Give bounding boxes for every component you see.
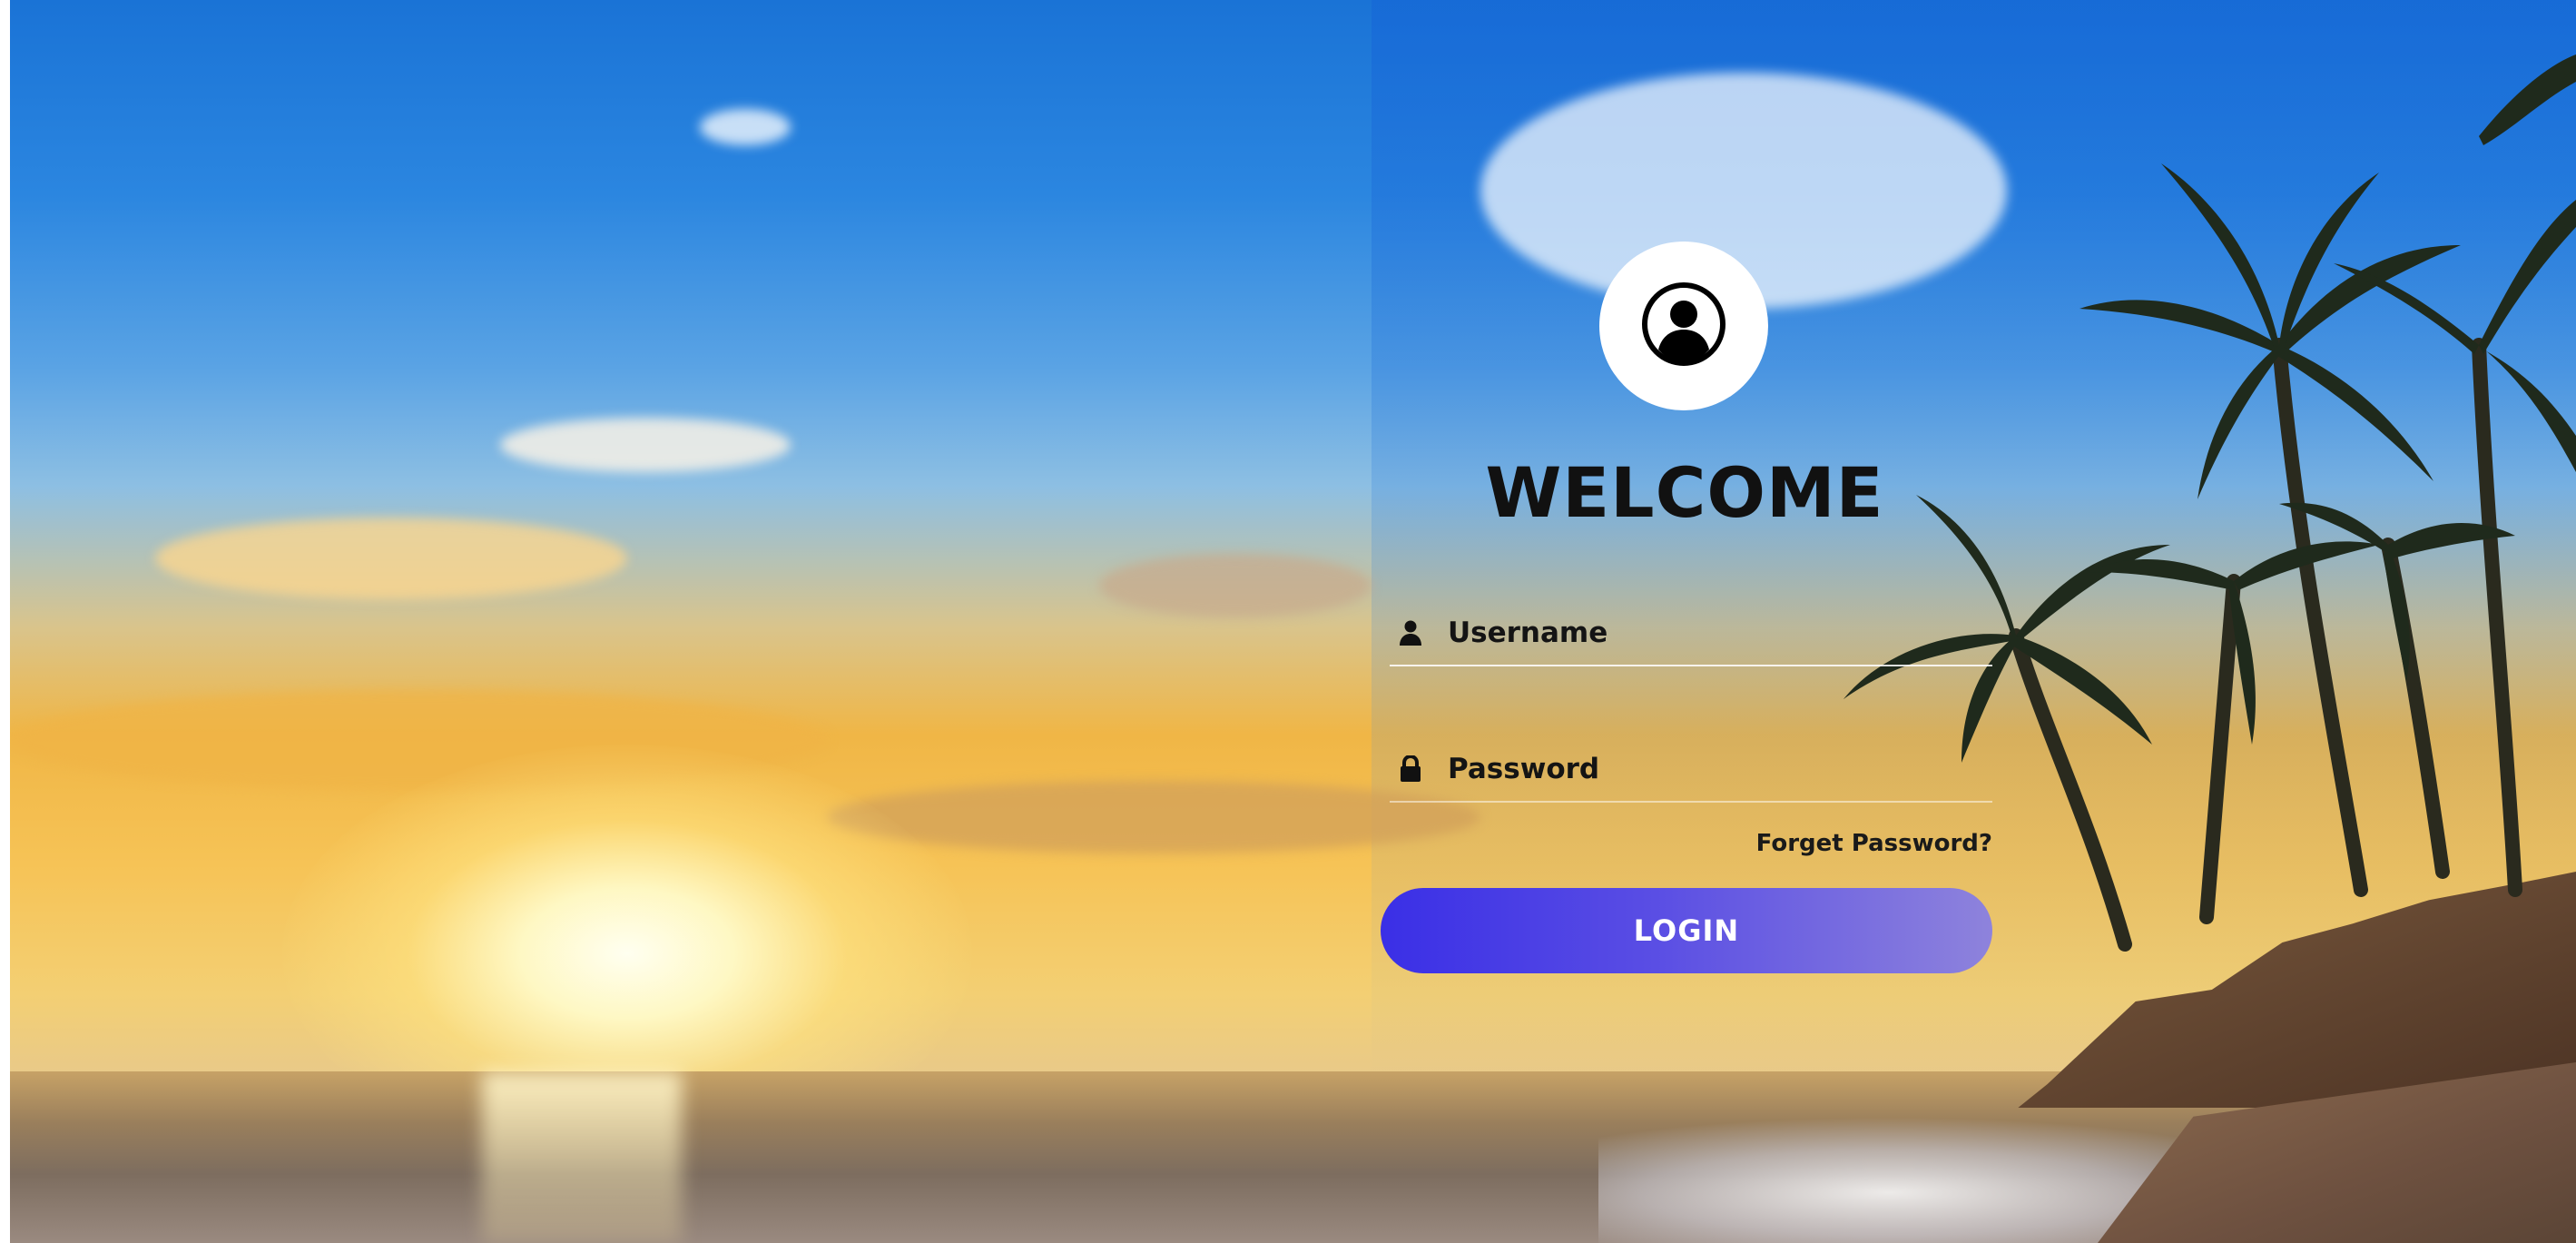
username-field xyxy=(1390,601,1992,666)
login-page: WELCOME Forget Password? LOGIN xyxy=(10,0,2576,1243)
page-title: WELCOME xyxy=(1485,452,1884,533)
user-icon xyxy=(1399,619,1422,646)
forget-password-link[interactable]: Forget Password? xyxy=(1735,830,1992,857)
avatar xyxy=(1599,242,1768,410)
password-field xyxy=(1390,737,1992,803)
palm-tree-silhouettes xyxy=(1844,54,2576,952)
password-input[interactable] xyxy=(1448,753,1956,785)
login-button[interactable]: LOGIN xyxy=(1381,888,1992,973)
user-circle-icon xyxy=(1640,281,1727,371)
username-input[interactable] xyxy=(1448,617,1956,649)
lock-icon xyxy=(1399,755,1422,783)
